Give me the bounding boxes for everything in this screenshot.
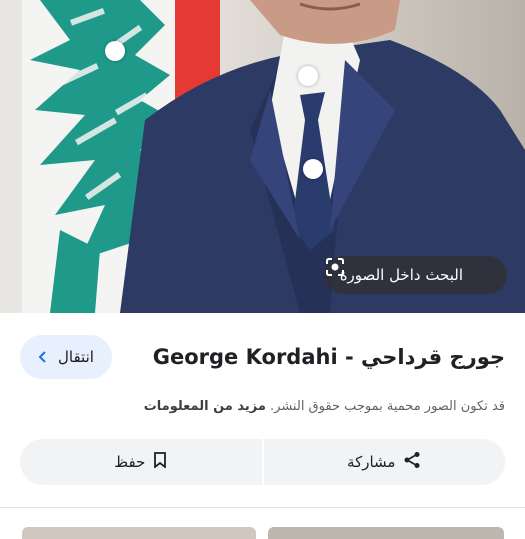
- related-image-thumbnail[interactable]: [22, 527, 256, 539]
- copyright-notice-text: قد تكون الصور محمية بموجب حقوق النشر.: [270, 399, 505, 414]
- visit-label: انتقال: [58, 348, 94, 366]
- copyright-notice: قد تكون الصور محمية بموجب حقوق النشر. مز…: [144, 399, 505, 414]
- chevron-right-icon: [38, 348, 48, 367]
- region-marker[interactable]: [303, 159, 323, 179]
- share-button[interactable]: مشاركة: [263, 439, 505, 485]
- search-inside-image-button[interactable]: البحث داخل الصورة: [323, 256, 507, 294]
- action-bar: حفظ مشاركة: [20, 439, 505, 485]
- region-marker[interactable]: [298, 66, 318, 86]
- result-image[interactable]: البحث داخل الصورة: [0, 0, 525, 313]
- result-title[interactable]: جورج قرداحي - George Kordahi: [153, 345, 505, 369]
- region-marker[interactable]: [105, 41, 125, 61]
- share-label: مشاركة: [347, 453, 396, 471]
- more-info-link[interactable]: مزيد من المعلومات: [144, 399, 266, 414]
- visit-button[interactable]: انتقال: [20, 335, 112, 379]
- save-label: حفظ: [114, 453, 146, 471]
- save-button[interactable]: حفظ: [20, 439, 262, 485]
- related-image-thumbnail[interactable]: [268, 527, 504, 539]
- section-divider: [0, 507, 525, 508]
- search-inside-image-label: البحث داخل الصورة: [339, 266, 463, 284]
- share-icon: [403, 451, 421, 473]
- bookmark-icon: [153, 452, 167, 472]
- lens-camera-icon: [325, 258, 495, 286]
